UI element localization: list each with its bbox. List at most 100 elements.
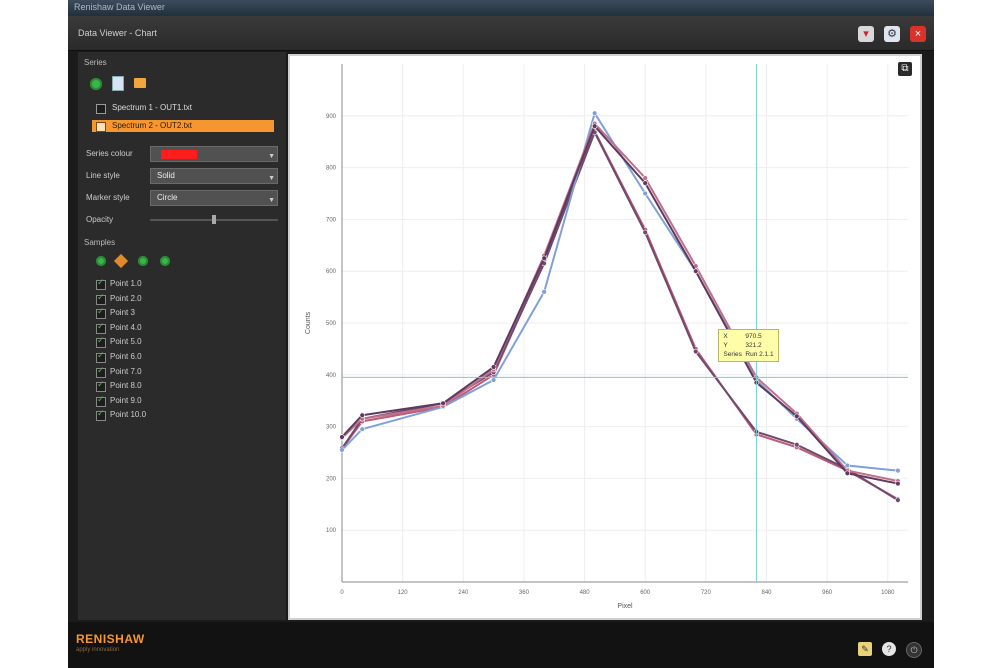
sample-item[interactable]: ✓ Point 2.0 [92, 292, 242, 305]
data-point[interactable] [642, 229, 648, 236]
chevron-down-icon: ▼ [268, 153, 275, 160]
data-point[interactable] [591, 123, 598, 129]
chevron-down-icon: ▼ [268, 175, 275, 182]
series-item-label: Spectrum 1 - OUT1.txt [112, 103, 193, 112]
line-style-value: Solid [157, 171, 175, 180]
series-line[interactable] [341, 130, 899, 500]
copy-icon[interactable] [138, 256, 148, 266]
opacity-row: Opacity [84, 212, 280, 228]
data-point[interactable] [642, 190, 648, 197]
y-tick-label: 700 [326, 217, 337, 223]
color-picker[interactable]: ▼ [150, 146, 278, 162]
data-point[interactable] [844, 470, 851, 476]
x-tick-label: 600 [640, 590, 651, 596]
data-point[interactable] [490, 377, 497, 383]
check-icon: ✓ [97, 379, 105, 390]
series-checkbox[interactable] [96, 104, 106, 114]
data-point[interactable] [693, 268, 699, 274]
data-point[interactable] [541, 255, 547, 261]
data-point[interactable] [490, 364, 497, 370]
remove-icon[interactable] [160, 256, 170, 266]
power-icon[interactable]: ⏻ [906, 642, 922, 658]
edit-icon[interactable] [113, 253, 129, 269]
series-item-selected[interactable]: Spectrum 2 - OUT2.txt [92, 120, 274, 132]
y-tick-label: 100 [326, 528, 337, 534]
tooltip-row: X 970.5 [723, 332, 773, 341]
data-point[interactable] [359, 426, 365, 432]
sample-item[interactable]: ✓ Point 4.0 [92, 321, 242, 334]
data-point[interactable] [895, 467, 901, 474]
series-line[interactable] [341, 112, 898, 472]
sample-item[interactable]: ✓ Point 7.0 [92, 365, 242, 378]
os-window-title: Renishaw Data Viewer [74, 2, 165, 12]
data-point[interactable] [794, 442, 800, 448]
data-point[interactable] [359, 412, 365, 418]
sample-label: Point 8.0 [110, 381, 142, 391]
sample-item[interactable]: ✓ Point 6.0 [92, 350, 242, 363]
add-icon[interactable] [96, 256, 106, 266]
opacity-slider-thumb[interactable] [212, 215, 216, 224]
series-section-title: Series [84, 58, 107, 67]
check-icon: ✓ [97, 393, 105, 404]
data-point[interactable] [844, 462, 851, 469]
add-icon[interactable] [90, 78, 102, 90]
folder-open-icon[interactable] [134, 78, 146, 88]
close-button[interactable]: × [910, 26, 926, 42]
sample-label: Point 6.0 [110, 352, 142, 361]
tooltip-key: X [723, 333, 728, 341]
data-point[interactable] [693, 348, 699, 355]
notes-icon[interactable]: ✎ [858, 642, 872, 656]
check-icon: ✓ [97, 335, 105, 346]
tooltip-key: Y [723, 342, 728, 350]
check-icon: ✓ [97, 306, 105, 317]
marker-style-select[interactable]: Circle ▼ [150, 190, 278, 206]
y-tick-label: 200 [326, 476, 337, 482]
x-tick-label: 0 [340, 590, 344, 596]
x-tick-label: 480 [580, 590, 591, 596]
sample-label: Point 3 [110, 308, 135, 318]
data-point[interactable] [591, 110, 598, 116]
data-point[interactable] [794, 413, 800, 419]
series-checkbox[interactable] [96, 122, 106, 132]
x-tick-label: 840 [761, 590, 772, 596]
data-point[interactable] [642, 180, 648, 186]
app-window: Renishaw Data Viewer Data Viewer - Chart… [68, 0, 934, 668]
document-icon[interactable] [112, 76, 124, 91]
minimize-button[interactable]: ▾ [858, 26, 874, 42]
sample-label: Point 9.0 [110, 395, 142, 405]
data-point[interactable] [642, 175, 648, 181]
line-style-label: Line style [86, 171, 120, 180]
data-point[interactable] [541, 289, 547, 295]
series-item[interactable]: Spectrum 1 - OUT1.txt [92, 102, 274, 114]
sample-item[interactable]: ✓ Point 8.0 [92, 379, 242, 393]
data-point[interactable] [895, 497, 901, 503]
data-point[interactable] [440, 400, 446, 406]
sample-item[interactable]: ✓ Point 1.0 [92, 277, 242, 290]
color-swatch [161, 150, 197, 159]
series-line[interactable] [341, 131, 899, 502]
sample-item[interactable]: ✓ Point 10.0 [92, 408, 242, 422]
data-point[interactable] [895, 480, 901, 487]
settings-button[interactable]: ⚙ [884, 26, 900, 42]
sample-item[interactable]: ✓ Point 5.0 [92, 335, 242, 349]
data-point[interactable] [339, 434, 345, 440]
color-label: Series colour [86, 149, 133, 158]
spectrum-chart[interactable]: 0 120 240 360 480 600 720 840 960 1080 100 200 300 40… [290, 56, 920, 618]
line-style-select[interactable]: Solid ▼ [150, 168, 278, 184]
sample-item[interactable]: ✓ Point 9.0 [92, 393, 242, 407]
marker-style-label: Marker style [86, 193, 130, 202]
x-tick-label: 240 [458, 590, 469, 596]
sample-label: Point 4.0 [110, 322, 142, 332]
samples-section-title: Samples [84, 238, 116, 247]
sample-item[interactable]: ✓ Point 3 [92, 306, 242, 320]
export-button[interactable]: ⧉ [898, 62, 912, 76]
tooltip-value: Run 2.1.1 [745, 351, 774, 359]
check-icon: ✓ [97, 408, 105, 419]
color-row: Series colour ▼ [84, 146, 280, 162]
help-icon[interactable]: ? [882, 642, 896, 656]
app-title-bar: Data Viewer - Chart ▾ ⚙ × [68, 16, 934, 51]
data-point[interactable] [339, 447, 345, 453]
chart-panel: 0 120 240 360 480 600 720 840 960 1080 100 200 300 40… [288, 54, 922, 620]
series-line[interactable] [341, 122, 899, 482]
tooltip-key: Series [723, 351, 742, 359]
